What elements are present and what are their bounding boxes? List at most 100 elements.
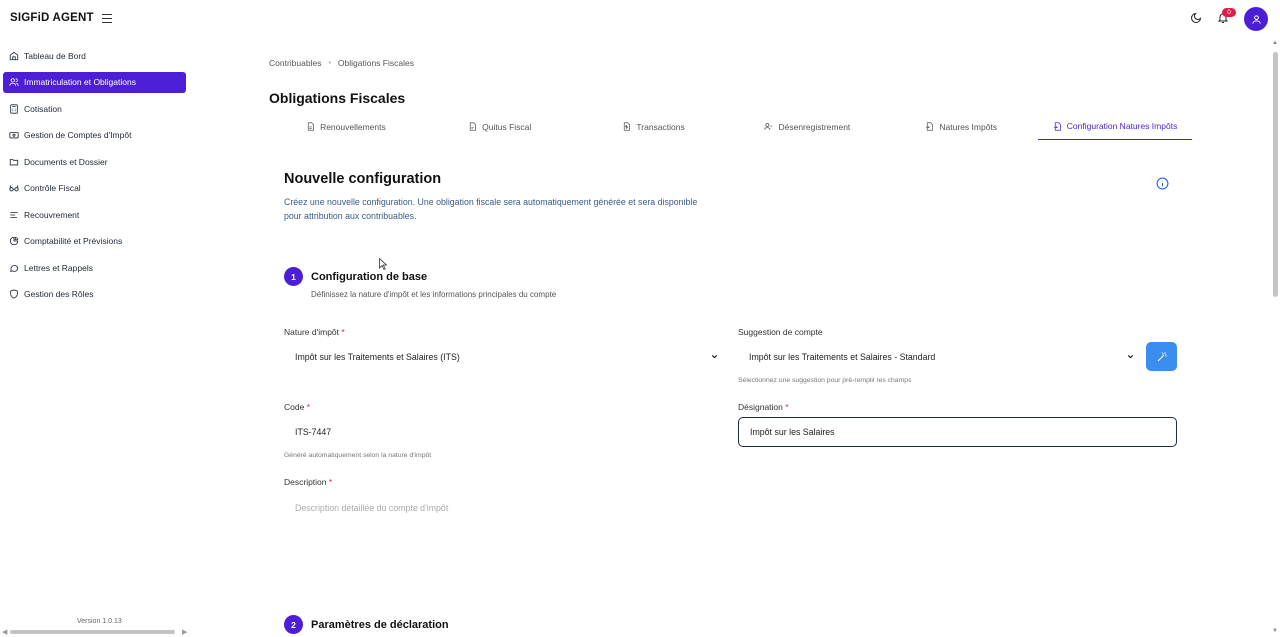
scroll-left-icon[interactable]: ◀: [2, 628, 7, 636]
page-vertical-scrollbar[interactable]: ▲ ▼: [1271, 40, 1280, 637]
nature-impot-label: Nature d'impôt *: [284, 327, 345, 337]
sidebar-item-tableau-de-bord[interactable]: Tableau de Bord: [3, 45, 186, 67]
sidebar: SIGFiD AGENT Tableau de Bord Immatricula…: [0, 0, 190, 637]
scrollbar-thumb[interactable]: [1273, 52, 1278, 297]
description-textarea[interactable]: Description détaillée du compte d'impôt: [284, 493, 1177, 523]
shield-icon: [9, 289, 19, 299]
step-2-header: 2 Paramètres de déclaration: [284, 615, 449, 634]
glasses-icon: [9, 183, 19, 193]
sidebar-item-cotisation[interactable]: Cotisation: [3, 98, 186, 120]
notification-badge: 0: [1222, 8, 1236, 17]
step-subtitle: Définissez la nature d'impôt et les info…: [311, 290, 557, 299]
scroll-up-icon[interactable]: ▲: [1272, 40, 1278, 46]
user-minus-icon: [764, 122, 773, 131]
chevron-down-icon: [1127, 354, 1134, 359]
tab-label: Désenregistrement: [778, 121, 851, 132]
scroll-down-icon[interactable]: ▼: [1272, 628, 1278, 634]
step-number: 1: [284, 267, 303, 286]
sidebar-item-gestion-comptes[interactable]: Gestion de Comptes d'Impôt: [3, 125, 186, 147]
breadcrumb-separator-icon: •: [328, 59, 331, 67]
chevron-down-icon: [711, 354, 718, 359]
magic-wand-icon: [1157, 351, 1167, 361]
user-avatar[interactable]: [1244, 7, 1268, 31]
file-cog-icon: [1053, 121, 1062, 131]
select-value: Impôt sur les Traitements et Salaires - …: [749, 352, 936, 362]
chart-pie-icon: [9, 236, 19, 246]
sidebar-item-controle-fiscal[interactable]: Contrôle Fiscal: [3, 178, 186, 200]
wallet-icon: [9, 130, 19, 140]
sidebar-item-immatriculation[interactable]: Immatriculation et Obligations: [3, 71, 186, 93]
sidebar-item-label: Immatriculation et Obligations: [24, 77, 136, 88]
field-label-text: Nature d'impôt: [284, 327, 340, 337]
suggestion-compte-select[interactable]: Impôt sur les Traitements et Salaires - …: [738, 342, 1141, 372]
menu-toggle-icon[interactable]: [102, 14, 112, 24]
code-input[interactable]: ITS-7447: [284, 417, 725, 447]
scroll-right-icon[interactable]: ▶: [182, 628, 187, 636]
select-value: Impôt sur les Traitements et Salaires (I…: [295, 352, 460, 362]
description-label: Description *: [284, 477, 332, 487]
sidebar-item-label: Gestion de Comptes d'Impôt: [24, 130, 132, 141]
breadcrumb-parent[interactable]: Contribuables: [269, 58, 321, 68]
tab-label: Quitus Fiscal: [482, 121, 532, 132]
suggestion-compte-label: Suggestion de compte: [738, 327, 823, 337]
app-version: Version 1.0.13: [77, 618, 122, 625]
sidebar-item-recouvrement[interactable]: Recouvrement: [3, 204, 186, 226]
calculator-icon: [9, 104, 19, 114]
field-label-text: Code: [284, 402, 305, 412]
file-dollar-icon: [622, 122, 631, 131]
tab-natures-impots[interactable]: Natures Impôts: [884, 113, 1038, 140]
designation-label: Désignation *: [738, 402, 789, 412]
tab-renouvellements[interactable]: Renouvellements: [269, 113, 423, 140]
home-icon: [9, 51, 19, 61]
breadcrumb-current: Obligations Fiscales: [337, 58, 414, 68]
suggestion-hint: Sélectionnez une suggestion pour pré-rem…: [738, 377, 912, 384]
tab-transactions[interactable]: Transactions: [577, 113, 731, 140]
tab-quitus-fiscal[interactable]: Quitus Fiscal: [423, 113, 577, 140]
scrollbar-thumb[interactable]: [10, 630, 175, 634]
info-icon[interactable]: [1156, 177, 1169, 190]
list-icon: [9, 210, 19, 220]
sidebar-horizontal-scrollbar[interactable]: ◀ ▶: [0, 627, 190, 637]
nature-impot-select[interactable]: Impôt sur les Traitements et Salaires (I…: [284, 342, 725, 372]
dark-mode-toggle-icon[interactable]: [1190, 12, 1202, 24]
input-value: Impôt sur les Salaires: [750, 427, 835, 437]
code-label: Code *: [284, 402, 310, 412]
sidebar-nav: Tableau de Bord Immatriculation et Oblig…: [3, 45, 186, 310]
tab-label: Configuration Natures Impôts: [1066, 121, 1178, 131]
form-description: Créez une nouvelle configuration. Une ob…: [284, 197, 698, 221]
autofill-suggestion-button[interactable]: [1146, 342, 1177, 371]
input-value: ITS-7447: [295, 427, 332, 437]
code-hint: Généré automatiquement selon la nature d…: [284, 452, 432, 459]
file-input-icon: [925, 122, 934, 131]
sidebar-item-lettres[interactable]: Lettres et Rappels: [3, 257, 186, 279]
sidebar-item-documents[interactable]: Documents et Dossier: [3, 151, 186, 173]
file-check-icon: [468, 122, 477, 131]
message-icon: [9, 263, 19, 273]
field-label-text: Description: [284, 477, 327, 487]
sidebar-item-label: Comptabilité et Prévisions: [24, 236, 123, 247]
sidebar-item-label: Recouvrement: [24, 209, 80, 220]
designation-input[interactable]: Impôt sur les Salaires: [738, 417, 1177, 447]
sidebar-item-label: Cotisation: [24, 103, 62, 114]
required-marker: *: [306, 402, 311, 412]
mouse-cursor-icon: [379, 258, 387, 270]
step-number: 2: [284, 615, 303, 634]
sidebar-item-roles[interactable]: Gestion des Rôles: [3, 284, 186, 306]
required-marker: *: [341, 327, 345, 337]
sidebar-item-label: Gestion des Rôles: [24, 289, 94, 300]
form-title: Nouvelle configuration: [284, 171, 442, 187]
step-title: Configuration de base: [311, 270, 428, 283]
tab-label: Renouvellements: [320, 121, 386, 132]
app-brand: SIGFiD AGENT: [10, 12, 94, 24]
required-marker: *: [785, 402, 789, 412]
step-title: Paramètres de déclaration: [311, 618, 449, 631]
tab-label: Transactions: [636, 121, 685, 132]
tab-label: Natures Impôts: [939, 121, 998, 132]
step-1-header: 1 Configuration de base: [284, 267, 427, 286]
textarea-placeholder: Description détaillée du compte d'impôt: [295, 503, 449, 513]
tab-desenregistrement[interactable]: Désenregistrement: [730, 113, 884, 140]
tab-configuration-natures-impots[interactable]: Configuration Natures Impôts: [1038, 113, 1192, 140]
user-icon: [1251, 14, 1261, 24]
breadcrumb: Contribuables • Obligations Fiscales: [269, 58, 414, 68]
sidebar-item-comptabilite[interactable]: Comptabilité et Prévisions: [3, 231, 186, 253]
